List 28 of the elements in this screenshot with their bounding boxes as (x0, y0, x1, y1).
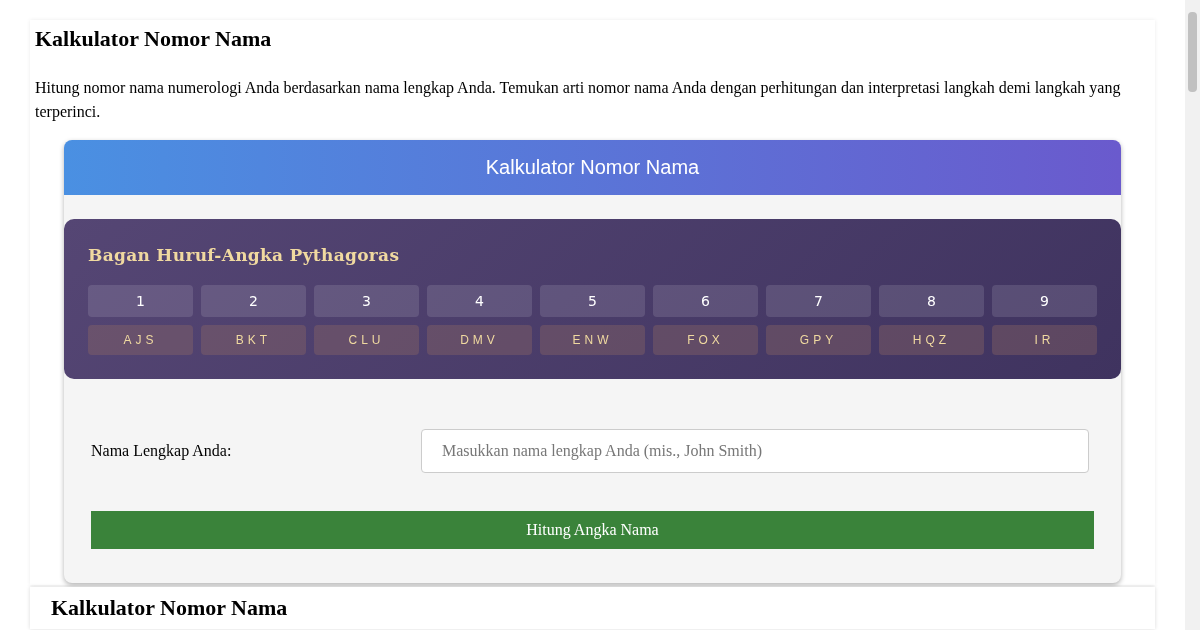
letters-cell: AJS (88, 325, 193, 355)
number-cell: 4 (427, 285, 532, 317)
number-cell: 1 (88, 285, 193, 317)
name-input[interactable]: Masukkan nama lengkap Anda (mis., John Smith) (421, 429, 1089, 473)
number-cell: 2 (201, 285, 306, 317)
number-cell: 3 (314, 285, 419, 317)
name-label: Nama Lengkap Anda: (91, 442, 233, 460)
letters-cell: BKT (201, 325, 306, 355)
number-cell: 8 (879, 285, 984, 317)
letters-cell: CLU (314, 325, 419, 355)
letters-cell: DMV (427, 325, 532, 355)
calculate-button[interactable]: Hitung Angka Nama (91, 511, 1094, 549)
number-cell: 6 (653, 285, 758, 317)
calculator-header: Kalkulator Nomor Nama (64, 140, 1121, 195)
letters-cell: IR (992, 325, 1097, 355)
number-cell: 9 (992, 285, 1097, 317)
letters-cell: HQZ (879, 325, 984, 355)
intro-paragraph: Hitung nomor nama numerologi Anda berdasarkan nama lengkap Anda. Temukan arti nomor nama Anda dengan perhitungan dan interpretasi langkah demi langkah yang terperinci. (35, 78, 1122, 123)
number-cell: 7 (766, 285, 871, 317)
scroll-thumb[interactable] (1188, 12, 1197, 92)
letters-cell: GPY (766, 325, 871, 355)
letters-cell: FOX (653, 325, 758, 355)
section-title: Kalkulator Nomor Nama (51, 595, 289, 621)
scrollbar[interactable] (1185, 0, 1200, 630)
letters-cell: ENW (540, 325, 645, 355)
number-cell: 5 (540, 285, 645, 317)
chart-title: Bagan Huruf-Angka Pythagoras (88, 245, 401, 265)
page-title: Kalkulator Nomor Nama (35, 26, 273, 52)
